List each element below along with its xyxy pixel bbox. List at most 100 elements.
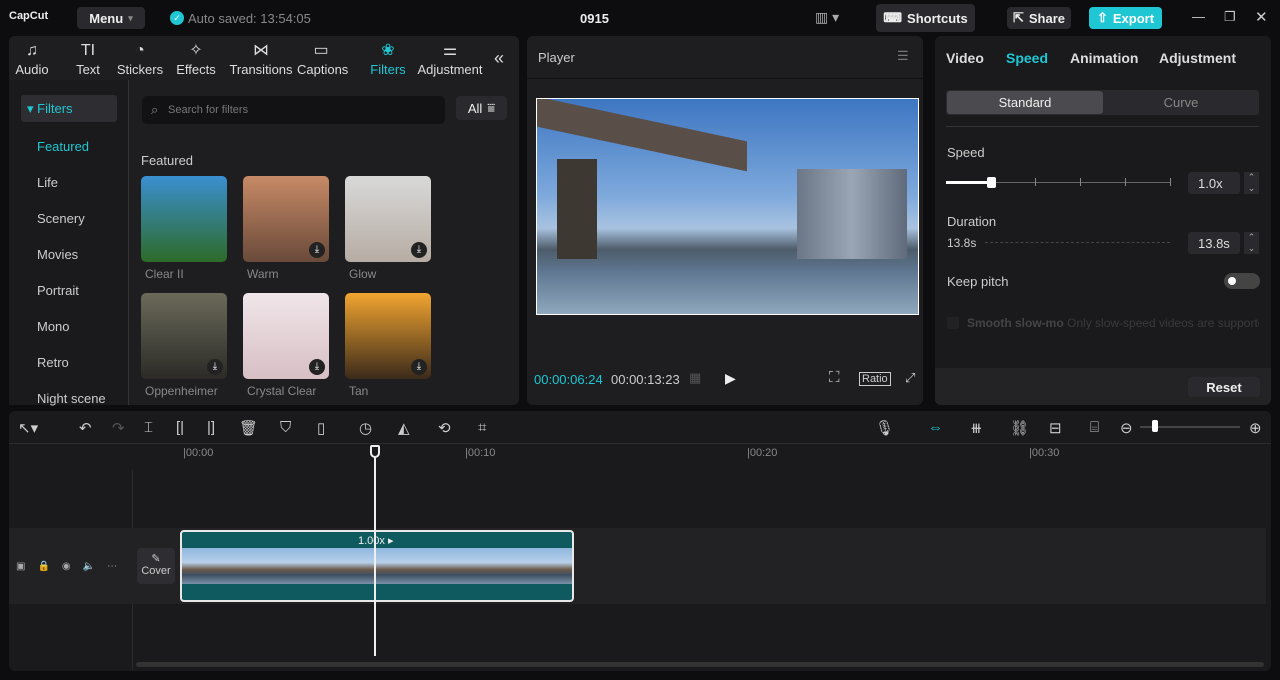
tab-captions[interactable]: ▭ Captions bbox=[297, 40, 348, 77]
marker-icon[interactable]: ⛉ bbox=[280, 419, 291, 436]
export-button[interactable]: ⇧ Export bbox=[1089, 7, 1162, 29]
duration-slider[interactable] bbox=[985, 242, 1170, 243]
link-icon[interactable]: ⛓ bbox=[1010, 419, 1029, 437]
menu-button[interactable]: Menu ▾ bbox=[77, 7, 145, 29]
select-tool-icon[interactable]: ↖▾ bbox=[18, 419, 38, 437]
speed-input[interactable]: 1.0x bbox=[1188, 172, 1240, 194]
maximize-icon[interactable]: ❐ bbox=[1224, 9, 1236, 25]
tab-text[interactable]: TI Text bbox=[64, 40, 112, 77]
more-icon[interactable]: ⋯ bbox=[107, 561, 129, 572]
ruler-label: 00:00 bbox=[185, 447, 214, 459]
playhead-handle[interactable] bbox=[370, 445, 380, 458]
cover-button[interactable]: ✎ Cover bbox=[137, 548, 175, 584]
download-icon[interactable]: ⤓ bbox=[411, 359, 427, 375]
keep-pitch-toggle[interactable] bbox=[1224, 273, 1260, 289]
fullscreen-icon[interactable]: ⤢ bbox=[905, 370, 915, 386]
filter-thumbnail[interactable] bbox=[141, 176, 227, 262]
speed-stepper[interactable]: ⌃ ⌄ bbox=[1244, 172, 1259, 194]
share-button[interactable]: ⇱ Share bbox=[1007, 7, 1071, 29]
minimize-icon[interactable]: — bbox=[1192, 9, 1205, 24]
horizontal-scrollbar[interactable] bbox=[136, 662, 1264, 667]
category-featured[interactable]: Featured bbox=[37, 139, 89, 154]
grid-icon[interactable]: ▦ bbox=[689, 370, 701, 386]
tab-stickers[interactable]: ◔ Stickers bbox=[116, 40, 164, 77]
tab-animation[interactable]: Animation bbox=[1070, 50, 1138, 66]
total-time: 00:00:13:23 bbox=[611, 372, 680, 387]
snap-icon[interactable]: ⧻ bbox=[970, 419, 983, 437]
project-title[interactable]: 0915 bbox=[580, 11, 609, 26]
ratio-button[interactable]: Ratio bbox=[859, 372, 891, 386]
clip-filmstrip bbox=[182, 548, 572, 584]
speed-icon[interactable]: ◷ bbox=[359, 419, 372, 437]
microphone-icon[interactable]: 🎙 bbox=[875, 419, 894, 437]
tab-effects[interactable]: ✧ Effects bbox=[172, 40, 220, 77]
preview-icon[interactable]: ⌸ bbox=[1090, 419, 1099, 436]
magnet-icon[interactable]: ⇔ bbox=[928, 419, 943, 436]
split-icon[interactable]: ⌶ bbox=[144, 419, 153, 436]
video-clip[interactable]: 1.00x ▸ bbox=[180, 530, 574, 602]
split-left-icon[interactable]: [| bbox=[176, 419, 184, 436]
filter-thumbnail[interactable]: ⤓ bbox=[345, 293, 431, 379]
mirror-icon[interactable]: ◭ bbox=[398, 419, 410, 437]
category-movies[interactable]: Movies bbox=[37, 247, 78, 262]
tab-video[interactable]: Video bbox=[946, 50, 984, 66]
track-toggle-icon[interactable]: ▣ bbox=[16, 561, 37, 572]
download-icon[interactable]: ⤓ bbox=[207, 359, 223, 375]
category-night-scene[interactable]: Night scene bbox=[37, 391, 106, 406]
category-life[interactable]: Life bbox=[37, 175, 58, 190]
category-retro[interactable]: Retro bbox=[37, 355, 69, 370]
download-icon[interactable]: ⤓ bbox=[309, 242, 325, 258]
duration-stepper[interactable]: ⌃ ⌄ bbox=[1244, 232, 1259, 254]
download-icon[interactable]: ⤓ bbox=[309, 359, 325, 375]
category-scenery[interactable]: Scenery bbox=[37, 211, 85, 226]
search-input[interactable]: ⌕ Search for filters bbox=[142, 96, 445, 124]
top-bar: CapCut Menu ▾ ✓ Auto saved: 13:54:05 0915… bbox=[0, 0, 1280, 36]
filter-thumbnail[interactable]: ⤓ bbox=[141, 293, 227, 379]
undo-icon[interactable]: ↶ bbox=[79, 419, 92, 437]
freeze-icon[interactable]: ▯ bbox=[317, 419, 325, 437]
layout-icon[interactable]: ▥ ▾ bbox=[815, 9, 839, 26]
redo-icon[interactable]: ↷ bbox=[112, 419, 125, 437]
align-icon[interactable]: ⊟ bbox=[1049, 419, 1062, 437]
eye-icon[interactable]: ◉ bbox=[62, 561, 83, 572]
volume-icon[interactable]: 🔈 bbox=[83, 561, 107, 572]
filter-all-dropdown[interactable]: All ⩸ bbox=[456, 96, 507, 120]
smooth-checkbox[interactable] bbox=[947, 317, 959, 329]
speed-slider-handle[interactable] bbox=[986, 177, 996, 188]
filters-header[interactable]: ▾ Filters bbox=[21, 95, 117, 122]
curve-tab[interactable]: Curve bbox=[1103, 91, 1259, 114]
zoom-slider-handle[interactable] bbox=[1152, 420, 1158, 432]
video-preview[interactable] bbox=[536, 98, 919, 315]
crop-icon[interactable]: ⌗ bbox=[478, 419, 486, 436]
category-portrait[interactable]: Portrait bbox=[37, 283, 79, 298]
split-right-icon[interactable]: |] bbox=[207, 419, 215, 436]
category-mono[interactable]: Mono bbox=[37, 319, 70, 334]
filter-thumbnail[interactable]: ⤓ bbox=[243, 176, 329, 262]
standard-tab[interactable]: Standard bbox=[947, 91, 1103, 114]
shortcuts-button[interactable]: ⌨ Shortcuts bbox=[876, 4, 975, 32]
playhead[interactable] bbox=[374, 446, 376, 656]
zoom-fit-icon[interactable]: ⛶ bbox=[829, 369, 840, 386]
reset-button[interactable]: Reset bbox=[1188, 377, 1260, 397]
collapse-icon[interactable]: « bbox=[494, 48, 504, 69]
tab-transitions[interactable]: ⋈ Transitions bbox=[229, 40, 293, 77]
tab-audio[interactable]: ♫ Audio bbox=[8, 40, 56, 77]
filter-thumbnail[interactable]: ⤓ bbox=[345, 176, 431, 262]
zoom-in-icon[interactable]: ⊕ bbox=[1249, 419, 1262, 437]
duration-input[interactable]: 13.8s bbox=[1188, 232, 1240, 254]
keyboard-icon: ⌨ bbox=[883, 10, 903, 25]
play-icon[interactable]: ▶ bbox=[725, 370, 736, 387]
zoom-out-icon[interactable]: ⊖ bbox=[1120, 419, 1133, 437]
download-icon[interactable]: ⤓ bbox=[411, 242, 427, 258]
tab-adjustment[interactable]: Adjustment bbox=[1159, 50, 1236, 66]
tab-adjustment[interactable]: ⚌ Adjustment bbox=[416, 40, 484, 77]
tab-speed[interactable]: Speed bbox=[1006, 50, 1048, 66]
delete-icon[interactable]: 🗑 bbox=[239, 419, 258, 437]
tab-filters[interactable]: ❀ Filters bbox=[364, 40, 412, 77]
filter-thumbnail[interactable]: ⤓ bbox=[243, 293, 329, 379]
menu-icon[interactable]: ☰ bbox=[897, 48, 909, 64]
lock-icon[interactable]: 🔒 bbox=[37, 561, 61, 572]
tab-label: Text bbox=[76, 62, 100, 77]
rotate-icon[interactable]: ⟲ bbox=[438, 419, 451, 437]
close-icon[interactable]: ✕ bbox=[1255, 8, 1268, 26]
